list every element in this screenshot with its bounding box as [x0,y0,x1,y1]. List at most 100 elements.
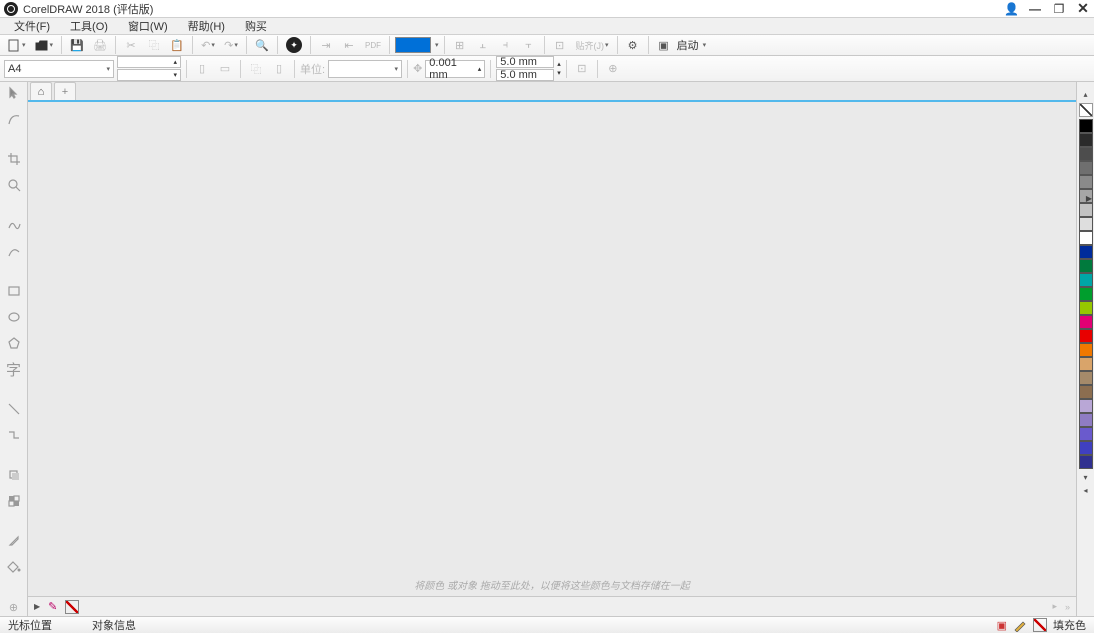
page-height-input[interactable]: ▾ [117,69,181,81]
palette-color-11[interactable] [1079,273,1093,287]
align-right-button[interactable]: ⫟ [519,35,539,55]
palette-color-4[interactable] [1079,175,1093,189]
new-tab[interactable]: + [54,82,76,100]
menu-file[interactable]: 文件(F) [4,18,60,34]
dup-y-input[interactable]: 5.0 mm [496,69,554,81]
fill-none-icon[interactable] [1033,618,1047,632]
palette-color-12[interactable] [1079,287,1093,301]
open-button[interactable]: ▾ [32,35,57,55]
outline-pen-icon[interactable] [1013,618,1027,632]
paper-size-combo[interactable]: A4▾ [4,60,114,78]
ellipse-tool[interactable] [4,308,24,326]
artistic-tool[interactable] [4,242,24,260]
minimize-button[interactable]: — [1028,2,1042,16]
snap-options-button[interactable]: 贴齐(J)▾ [573,35,612,55]
fill-swatch[interactable] [395,37,431,53]
palette-expand[interactable]: ◂ [1083,486,1087,495]
palette-color-16[interactable] [1079,343,1093,357]
palette-color-7[interactable] [1079,217,1093,231]
palette-color-15[interactable] [1079,329,1093,343]
scroll-end-icon[interactable]: » [1065,602,1070,612]
page-nav-right[interactable]: ▶ [34,602,40,611]
maximize-button[interactable]: ❐ [1052,2,1066,16]
palette-color-17[interactable] [1079,357,1093,371]
export-button[interactable]: ⇤ [339,35,359,55]
paste-button[interactable]: 📋 [167,35,187,55]
transparency-tool[interactable] [4,492,24,510]
palette-color-6[interactable] [1079,203,1093,217]
snap-button[interactable]: ⊞ [450,35,470,55]
palette-color-24[interactable] [1079,455,1093,469]
zoom-tool[interactable] [4,176,24,194]
new-document-button[interactable]: ▾ [4,35,29,55]
group-button[interactable]: ⊡ [550,35,570,55]
color-style-icon[interactable]: ✎ [48,600,57,613]
portrait-button[interactable]: ▯ [192,59,212,79]
palette-color-22[interactable] [1079,427,1093,441]
palette-color-21[interactable] [1079,413,1093,427]
palette-none[interactable] [1079,103,1093,117]
units-combo[interactable]: ▾ [328,60,402,78]
freehand-tool[interactable] [4,216,24,234]
menu-tools[interactable]: 工具(O) [60,18,118,34]
palette-color-8[interactable] [1079,231,1093,245]
align-left-button[interactable]: ⫠ [473,35,493,55]
treat-as-filled-button[interactable]: ⊡ [572,59,592,79]
palette-color-2[interactable] [1079,147,1093,161]
docker-expand[interactable]: ▶ [1086,194,1092,203]
launch-icon[interactable]: ▣ [654,35,674,55]
palette-color-13[interactable] [1079,301,1093,315]
search-button[interactable]: 🔍 [252,35,272,55]
text-tool[interactable]: 字 [4,360,24,378]
parallel-dim-tool[interactable] [4,400,24,418]
swatch-dropdown[interactable]: ▾ [435,41,439,49]
palette-color-23[interactable] [1079,441,1093,455]
color-proof-icon[interactable]: ▣ [997,619,1007,632]
palette-color-10[interactable] [1079,259,1093,273]
palette-up[interactable]: ▴ [1083,90,1087,99]
all-pages-button[interactable]: ⿻ [246,59,266,79]
crop-tool[interactable] [4,150,24,168]
options-button[interactable]: ⚙ [623,35,643,55]
shape-tool[interactable] [4,110,24,128]
save-button[interactable]: 💾 [67,35,87,55]
palette-color-1[interactable] [1079,133,1093,147]
menu-buy[interactable]: 购买 [235,18,277,34]
print-button[interactable]: 🖨 [90,35,110,55]
pdf-button[interactable]: PDF [362,35,384,55]
import-button[interactable]: ⇥ [316,35,336,55]
launch-label[interactable]: 启动 [677,37,699,53]
connector-tool[interactable] [4,426,24,444]
palette-color-9[interactable] [1079,245,1093,259]
ai-button[interactable]: ✦ [283,35,305,55]
menu-help[interactable]: 帮助(H) [178,18,235,34]
user-icon[interactable]: 👤 [1004,2,1018,16]
palette-color-14[interactable] [1079,315,1093,329]
fill-tool[interactable] [4,558,24,576]
eyedropper-tool[interactable] [4,532,24,550]
dup-x-input[interactable]: 5.0 mm [496,56,554,68]
add-preset-button[interactable]: ⊕ [603,59,623,79]
current-page-button[interactable]: ▯ [269,59,289,79]
close-button[interactable]: ✕ [1076,0,1090,17]
nudge-input[interactable]: 0.001 mm▴ [425,60,485,78]
welcome-tab[interactable]: ⌂ [30,82,52,100]
align-center-button[interactable]: ⫞ [496,35,516,55]
palette-color-19[interactable] [1079,385,1093,399]
rectangle-tool[interactable] [4,282,24,300]
expand-tool[interactable]: ⊕ [4,598,24,616]
pick-tool[interactable] [4,84,24,102]
cut-button[interactable]: ✂ [121,35,141,55]
palette-down[interactable]: ▾ [1083,473,1087,482]
redo-button[interactable]: ↷▾ [221,35,241,55]
palette-color-20[interactable] [1079,399,1093,413]
no-fill-well[interactable] [65,600,79,614]
page-width-input[interactable]: ▴ [117,56,181,68]
drop-shadow-tool[interactable] [4,466,24,484]
palette-color-0[interactable] [1079,119,1093,133]
palette-color-18[interactable] [1079,371,1093,385]
palette-color-3[interactable] [1079,161,1093,175]
scroll-right-icon[interactable]: ▸ [1052,601,1057,612]
polygon-tool[interactable] [4,334,24,352]
undo-button[interactable]: ↶▾ [198,35,218,55]
